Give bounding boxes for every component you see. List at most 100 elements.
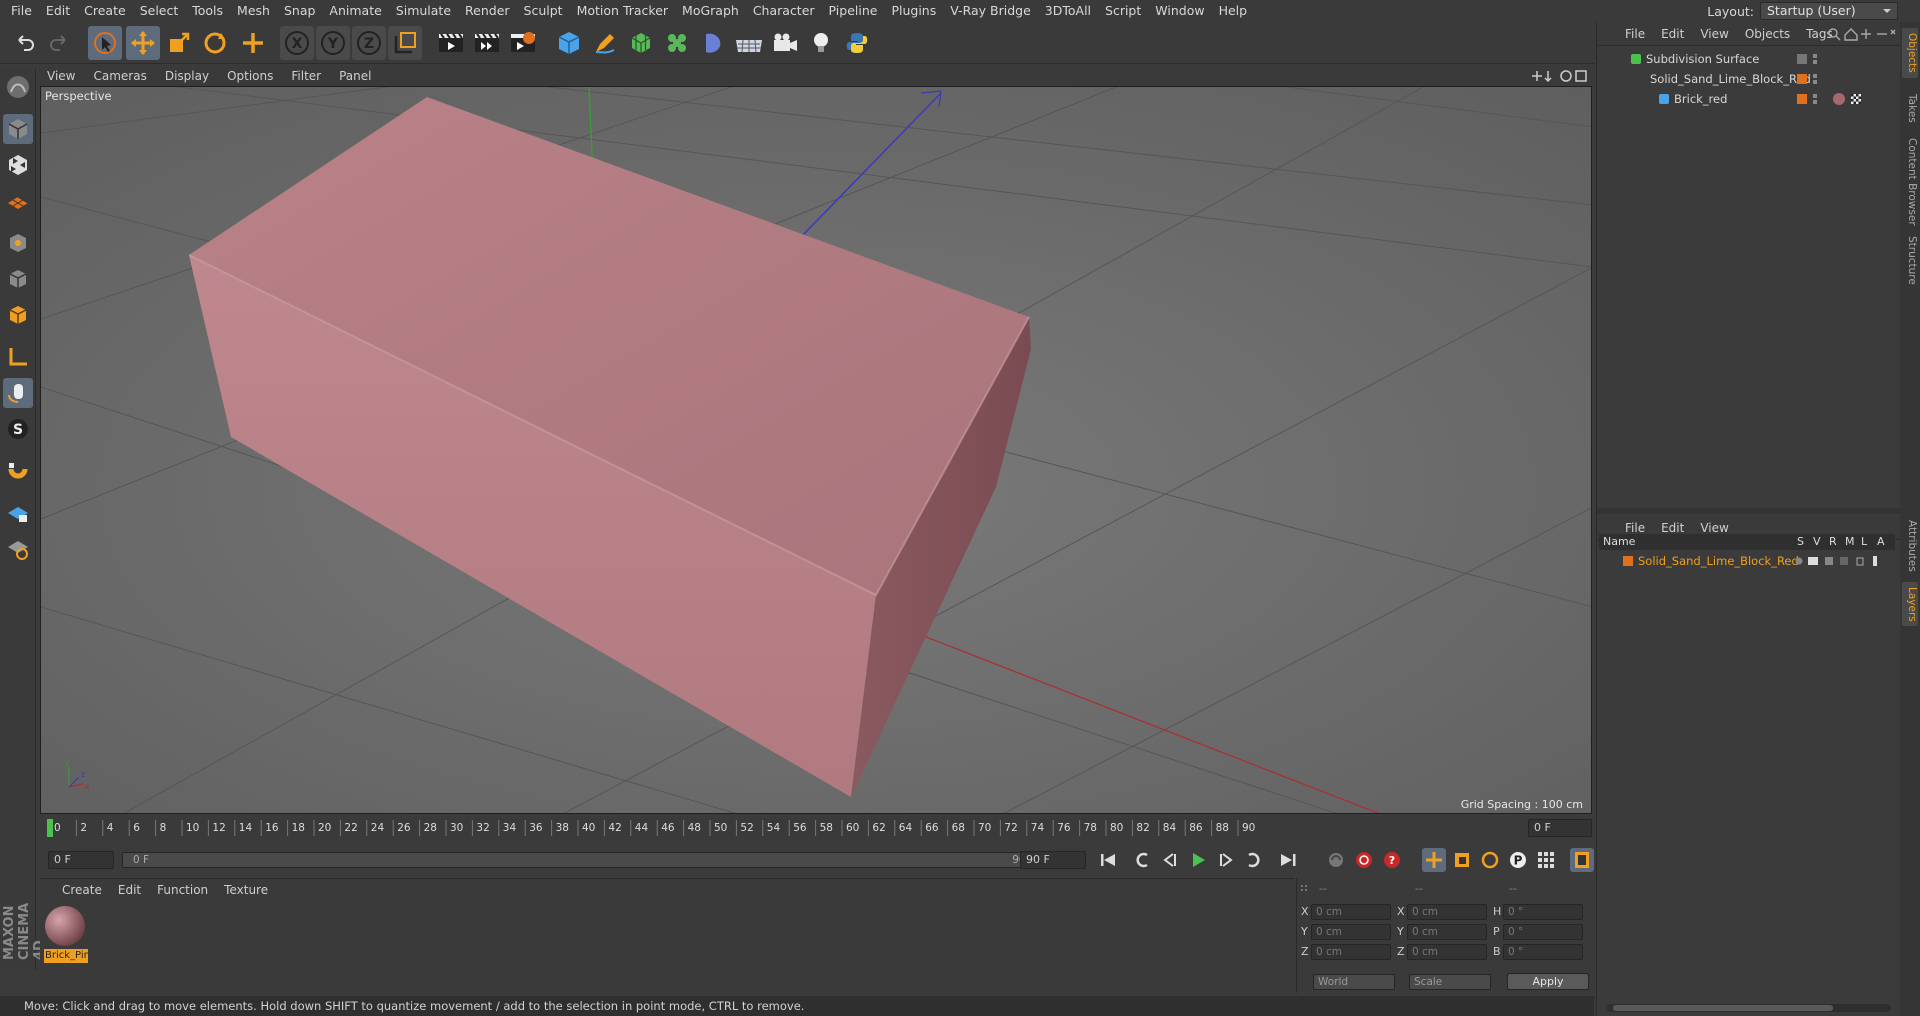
light-icon[interactable] (804, 26, 838, 60)
render-view-icon[interactable] (434, 26, 468, 60)
menu-help[interactable]: Help (1212, 0, 1255, 22)
menu-file[interactable]: File (4, 0, 39, 22)
apply-button[interactable]: Apply (1507, 973, 1589, 990)
object-menu-file[interactable]: File (1617, 27, 1653, 41)
record-active-icon[interactable] (1352, 848, 1376, 872)
layer-menu-view[interactable]: View (1692, 521, 1736, 535)
menu-script[interactable]: Script (1098, 0, 1148, 22)
live-select-icon[interactable] (88, 26, 122, 60)
scale-mode-select[interactable]: Scale (1409, 974, 1491, 990)
cube-icon[interactable] (552, 26, 586, 60)
move-icon[interactable] (126, 26, 160, 60)
object-row-solid-sand-lime-block-red[interactable]: Solid_Sand_Lime_Block_Red (1603, 70, 1811, 88)
perspective-viewport[interactable]: y z x Perspective Grid Spacing : 100 cm (40, 86, 1592, 814)
layer-name[interactable]: Solid_Sand_Lime_Block_Red (1638, 554, 1799, 568)
menu-motion-tracker[interactable]: Motion Tracker (570, 0, 675, 22)
side-tab-content-browser[interactable]: Content Browser (1902, 136, 1918, 228)
panel-divider[interactable] (1597, 508, 1901, 514)
material-menu-create[interactable]: Create (54, 883, 110, 897)
menu-animate[interactable]: Animate (322, 0, 388, 22)
polygon-mode-icon[interactable] (3, 300, 33, 330)
scrollbar-thumb[interactable] (1613, 1005, 1833, 1011)
point-mode-icon[interactable] (3, 228, 33, 258)
layer-color-icon[interactable] (1797, 54, 1807, 64)
viewport-menu-view[interactable]: View (38, 69, 84, 83)
timeline-window-icon[interactable] (1570, 848, 1594, 872)
edge-mode-icon[interactable] (3, 264, 33, 294)
uvw-tag-icon[interactable] (1851, 94, 1861, 104)
key-scale-icon[interactable] (1450, 848, 1474, 872)
material-swatch[interactable]: Brick_Pin (44, 905, 88, 965)
record-disabled-icon[interactable] (1324, 848, 1348, 872)
coord-field[interactable]: 0 ° (1503, 924, 1583, 940)
undo-icon[interactable] (8, 26, 42, 60)
add-object-icon[interactable] (236, 26, 270, 60)
go-to-end-icon[interactable] (1276, 848, 1300, 872)
menu-render[interactable]: Render (458, 0, 517, 22)
key-rotation-icon[interactable] (1478, 848, 1502, 872)
menu-select[interactable]: Select (133, 0, 186, 22)
menu-snap[interactable]: Snap (277, 0, 322, 22)
render-settings-icon[interactable] (506, 26, 540, 60)
coord-field[interactable]: 0 cm (1311, 944, 1391, 960)
previous-frame-icon[interactable] (1158, 848, 1182, 872)
object-menu-view[interactable]: View (1692, 27, 1736, 41)
coordinate-space-select[interactable]: World (1313, 974, 1395, 990)
layer-column-v[interactable]: V (1813, 534, 1821, 550)
viewport-menu-display[interactable]: Display (156, 69, 218, 83)
frame-range-slider[interactable]: 0 F 90 F (122, 852, 1050, 868)
texture-mode-icon[interactable] (3, 150, 33, 180)
go-to-start-icon[interactable] (1096, 848, 1120, 872)
pen-icon[interactable] (588, 26, 622, 60)
play-icon[interactable] (1186, 848, 1210, 872)
menu-3dtoall[interactable]: 3DToAll (1038, 0, 1098, 22)
workplane-icon[interactable] (3, 186, 33, 216)
object-flags[interactable] (1797, 72, 1897, 86)
make-editable-icon[interactable] (3, 72, 33, 102)
coordinate-system-icon[interactable] (388, 26, 422, 60)
object-flags[interactable] (1797, 92, 1897, 106)
layer-column-s[interactable]: S (1797, 534, 1804, 550)
coord-field[interactable]: 0 cm (1407, 904, 1487, 920)
key-pla-icon[interactable] (1534, 848, 1558, 872)
horizontal-scrollbar[interactable] (1607, 1004, 1891, 1012)
object-manager-nav-icons[interactable] (1827, 26, 1897, 42)
menu-tools[interactable]: Tools (185, 0, 230, 22)
autokey-icon[interactable]: ? (1380, 848, 1404, 872)
object-menu-objects[interactable]: Objects (1737, 27, 1798, 41)
side-tab-takes[interactable]: Takes (1902, 86, 1918, 130)
solo-icon[interactable]: S (3, 414, 33, 444)
render-picture-viewer-icon[interactable] (470, 26, 504, 60)
object-row-brick-red[interactable]: Brick_red (1603, 90, 1799, 108)
y-axis-icon[interactable]: Y (316, 26, 350, 60)
layer-color-icon[interactable] (1797, 74, 1807, 84)
next-frame-icon[interactable] (1214, 848, 1238, 872)
material-menu-function[interactable]: Function (149, 883, 216, 897)
coord-field[interactable]: 0 cm (1311, 924, 1391, 940)
layer-column-l[interactable]: L (1861, 534, 1867, 550)
coord-field[interactable]: 0 cm (1407, 924, 1487, 940)
side-tab-attributes[interactable]: Attributes (1902, 516, 1918, 576)
cloner-icon[interactable] (660, 26, 694, 60)
coord-field[interactable]: 0 cm (1407, 944, 1487, 960)
subdivision-icon[interactable] (624, 26, 658, 60)
side-tab-layers[interactable]: Layers (1902, 582, 1918, 626)
previous-keyframe-icon[interactable] (1130, 848, 1154, 872)
camera-icon[interactable] (768, 26, 802, 60)
material-name[interactable]: Brick_Pin (44, 949, 88, 963)
playhead[interactable] (47, 819, 53, 837)
python-icon[interactable] (840, 26, 874, 60)
material-menu-edit[interactable]: Edit (110, 883, 149, 897)
material-tag-icon[interactable] (1833, 93, 1845, 105)
viewport-menu-panel[interactable]: Panel (330, 69, 380, 83)
layer-menu-edit[interactable]: Edit (1653, 521, 1692, 535)
layer-column-m[interactable]: M (1845, 534, 1855, 550)
layer-column-name[interactable]: Name (1603, 534, 1635, 550)
layer-column-a[interactable]: A (1877, 534, 1885, 550)
menu-edit[interactable]: Edit (39, 0, 77, 22)
layer-toggle-icons[interactable] (1795, 555, 1891, 567)
viewport-menu-cameras[interactable]: Cameras (84, 69, 155, 83)
redo-icon[interactable] (42, 26, 76, 60)
start-frame-field[interactable]: 0 F (48, 851, 114, 869)
menu-window[interactable]: Window (1148, 0, 1211, 22)
